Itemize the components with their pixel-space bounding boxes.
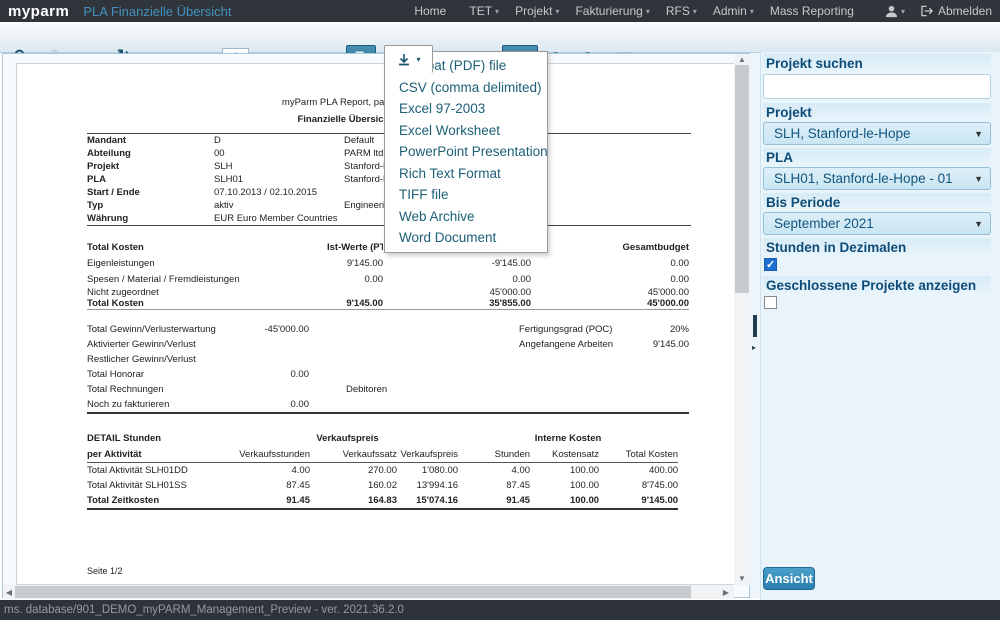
user-menu[interactable]: ▾ <box>885 5 905 18</box>
summary-row: Aktivierter Gewinn/Verlust Angefangene A… <box>87 337 689 352</box>
chevron-down-icon: ▾ <box>495 7 499 16</box>
logout-button[interactable]: Abmelden <box>921 4 992 18</box>
chevron-down-icon: ▼ <box>974 174 983 184</box>
chevron-down-icon: ▾ <box>555 7 559 16</box>
summary-row: Total Rechnungen Debitoren <box>87 382 689 397</box>
dezimalen-checkbox[interactable] <box>764 258 777 271</box>
export-menu-item[interactable]: PowerPoint Presentation <box>385 141 547 163</box>
nav-menu-item[interactable]: TET ▾ <box>469 4 499 18</box>
summary-row: Noch zu fakturieren 0.00 <box>87 397 689 413</box>
horizontal-scroll-thumb[interactable] <box>15 586 691 598</box>
splitter-drag-handle[interactable] <box>753 315 757 337</box>
ansicht-button[interactable]: Ansicht <box>763 567 815 590</box>
panel-splitter[interactable]: ▸ <box>750 53 760 598</box>
cost-row: Total Kosten 9'145.00 35'855.00 45'000.0… <box>87 298 689 310</box>
chevron-down-icon: ▼ <box>974 219 983 229</box>
nav-menu-item[interactable]: Admin ▾ <box>713 4 754 18</box>
chevron-down-icon: ▾ <box>646 7 650 16</box>
cost-row: Nicht zugeordnet 45'000.00 45'000.00 <box>87 287 689 298</box>
dezimalen-section-label: Stunden in Dezimalen <box>763 238 991 257</box>
export-menu-item[interactable]: Rich Text Format <box>385 163 547 185</box>
app-logo: myparm <box>8 3 69 20</box>
geschlossene-checkbox[interactable] <box>764 296 777 309</box>
search-section-label: Projekt suchen <box>763 54 991 73</box>
database-version-label: ms. database/901_DEMO_myPARM_Management_… <box>4 604 404 616</box>
summary-row: Total Gewinn/Verlusterwartung -45'000.00… <box>87 322 689 337</box>
nav-menu: Home ▾ TET ▾ Projekt ▾ Fakturierung ▾ RF… <box>414 4 861 18</box>
user-icon <box>885 5 898 18</box>
export-menu-item[interactable]: Excel 97-2003 <box>385 98 547 120</box>
chevron-down-icon: ▼ <box>974 129 983 139</box>
status-bar: ms. database/901_DEMO_myPARM_Management_… <box>0 600 1000 620</box>
periode-select[interactable]: September 2021 ▼ <box>763 212 991 235</box>
chevron-down-icon: ▾ <box>693 7 697 16</box>
geschlossene-section-label: Geschlossene Projekte anzeigen <box>763 276 991 295</box>
export-format-menu: Acrobat (PDF) file CSV (comma delimited)… <box>384 51 548 253</box>
top-navbar: myparm PLA Finanzielle Übersicht Home ▾ … <box>0 0 1000 22</box>
export-menu-item[interactable]: Web Archive <box>385 206 547 228</box>
export-menu-item[interactable]: Word Document <box>385 227 547 249</box>
scroll-up-icon[interactable]: ▲ <box>734 55 750 64</box>
scroll-right-icon[interactable]: ▶ <box>718 588 734 597</box>
detail-group-header: DETAIL Stunden Verkaufspreis Interne Kos… <box>87 430 678 446</box>
project-search-input[interactable] <box>763 74 991 99</box>
nav-menu-item[interactable]: Home ▾ <box>414 4 453 18</box>
nav-menu-item[interactable]: RFS ▾ <box>666 4 697 18</box>
chevron-down-icon: ▾ <box>416 55 420 64</box>
export-button[interactable]: ▾ <box>384 45 433 73</box>
page-title: PLA Finanzielle Übersicht <box>83 4 231 19</box>
detail-row: Total Aktivität SLH01SS 87.45 160.02 13'… <box>87 478 678 493</box>
filter-sidebar: Projekt suchen Projekt SLH, Stanford-le-… <box>760 52 1000 600</box>
cost-row: Eigenleistungen 9'145.00 -9'145.00 0.00 <box>87 255 689 271</box>
pla-section-label: PLA <box>763 148 991 167</box>
detail-column-header: per Aktivität Verkaufsstunden Verkaufssa… <box>87 446 678 463</box>
page-footer: Seite 1/2 <box>87 566 691 576</box>
periode-section-label: Bis Periode <box>763 193 991 212</box>
nav-menu-item[interactable]: Projekt ▾ <box>515 4 559 18</box>
scroll-down-icon[interactable]: ▼ <box>734 574 750 583</box>
detail-hours-table: DETAIL Stunden Verkaufspreis Interne Kos… <box>87 430 678 510</box>
report-toolbar: ↶ ↷ × ↻ ◀◀ ◀ / 2 ▶ ▶▶ ▾ <box>0 22 1000 53</box>
pla-select[interactable]: SLH01, Stanford-le-Hope - 01 ▼ <box>763 167 991 190</box>
vertical-scrollbar[interactable]: ▲ ▼ <box>734 54 750 585</box>
nav-menu-item[interactable]: Fakturierung ▾ <box>575 4 649 18</box>
chevron-down-icon: ▾ <box>901 7 905 16</box>
projekt-select[interactable]: SLH, Stanford-le-Hope ▼ <box>763 122 991 145</box>
report-viewer: myParm PLA Report, parm ltd Finanzielle … <box>2 53 750 598</box>
vertical-scroll-thumb[interactable] <box>735 65 749 293</box>
projekt-section-label: Projekt <box>763 103 991 122</box>
cost-row: Spesen / Material / Fremdleistungen 0.00… <box>87 271 689 287</box>
logout-icon <box>921 5 934 17</box>
report-page: myParm PLA Report, parm ltd Finanzielle … <box>16 63 735 585</box>
summary-row: Restlicher Gewinn/Verlust <box>87 352 689 367</box>
chevron-down-icon: ▾ <box>750 7 754 16</box>
summary-table: Total Gewinn/Verlusterwartung -45'000.00… <box>87 322 689 414</box>
horizontal-scrollbar[interactable]: ◀ ▶ <box>3 585 734 599</box>
nav-menu-item[interactable]: Mass Reporting ▾ <box>770 4 861 18</box>
splitter-collapse-icon[interactable]: ▸ <box>752 343 756 352</box>
summary-row: Total Honorar 0.00 <box>87 367 689 382</box>
detail-row: Total Aktivität SLH01DD 4.00 270.00 1'08… <box>87 463 678 479</box>
export-menu-item[interactable]: CSV (comma delimited) <box>385 77 547 99</box>
export-menu-item[interactable]: TIFF file <box>385 184 547 206</box>
export-menu-item[interactable]: Excel Worksheet <box>385 120 547 142</box>
detail-row: Total Zeitkosten 91.45 164.83 15'074.16 … <box>87 493 678 509</box>
export-download-icon <box>396 52 412 68</box>
